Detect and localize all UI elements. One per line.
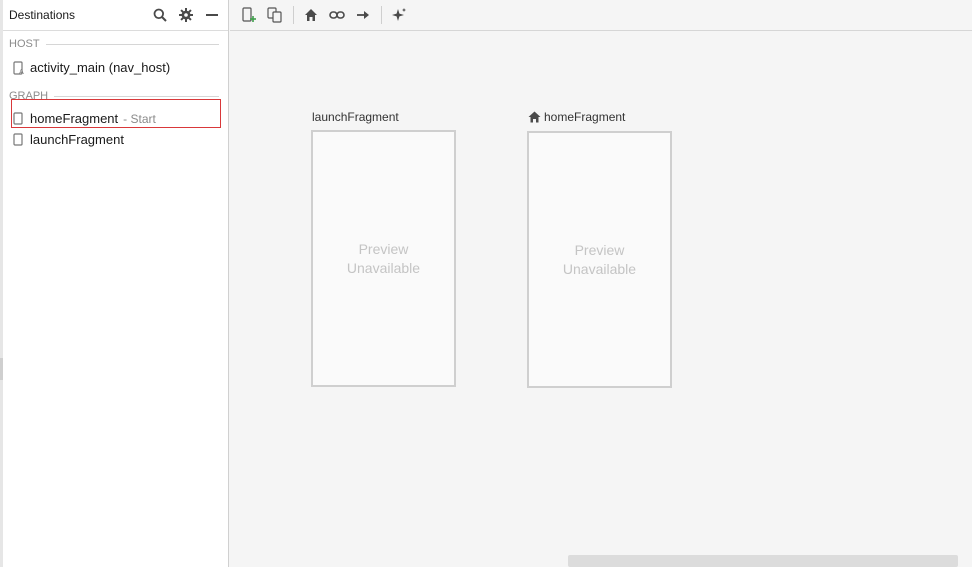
graph-toolbar — [230, 0, 972, 31]
new-destination-icon[interactable] — [238, 4, 260, 26]
host-item-label: activity_main (nav_host) — [30, 60, 171, 75]
graph-item-homefragment[interactable]: homeFragment - Start — [13, 109, 156, 128]
preview-unavailable-text: Preview Unavailable — [563, 241, 636, 279]
preview-line2: Unavailable — [346, 259, 421, 276]
fragment-card-launchfragment[interactable]: Preview Unavailable — [311, 130, 456, 387]
toolbar-separator — [381, 6, 382, 24]
fragment-icon — [13, 133, 25, 147]
search-icon[interactable] — [150, 5, 170, 25]
destinations-panel: Destinations HOST A activity_main (nav_h… — [0, 0, 229, 567]
graph-item-label: launchFragment — [30, 132, 124, 147]
toolbar-separator — [293, 6, 294, 24]
preview-line1: Preview — [358, 240, 409, 257]
host-activity-icon: A — [13, 60, 25, 75]
deep-link-icon[interactable] — [326, 4, 348, 26]
panel-title: Destinations — [9, 8, 76, 22]
section-divider — [45, 43, 219, 45]
preview-unavailable-text: Preview Unavailable — [347, 240, 420, 278]
preview-line2: Unavailable — [562, 260, 637, 277]
graph-item-launchfragment[interactable]: launchFragment — [13, 130, 124, 149]
horizontal-scrollbar[interactable] — [568, 555, 958, 567]
fragment-title-text: launchFragment — [312, 110, 399, 124]
auto-arrange-icon[interactable] — [388, 4, 410, 26]
assign-start-icon[interactable] — [300, 4, 322, 26]
add-action-icon[interactable] — [352, 4, 374, 26]
graph-item-label: homeFragment — [30, 111, 119, 126]
host-section-label: HOST — [9, 38, 219, 50]
panel-resize-handle[interactable] — [0, 358, 3, 380]
start-home-icon — [528, 111, 541, 123]
gear-icon[interactable] — [176, 5, 196, 25]
preview-line1: Preview — [574, 241, 625, 258]
nested-graph-icon[interactable] — [264, 4, 286, 26]
host-item[interactable]: A activity_main (nav_host) — [13, 58, 170, 77]
section-divider — [54, 95, 219, 97]
start-suffix: - Start — [123, 111, 156, 126]
fragment-card-homefragment[interactable]: Preview Unavailable — [527, 131, 672, 388]
svg-text:A: A — [19, 68, 24, 75]
fragment-title-homefragment: homeFragment — [528, 110, 625, 124]
fragment-title-launchfragment: launchFragment — [312, 110, 399, 124]
fragment-title-text: homeFragment — [544, 110, 626, 124]
minimize-icon[interactable] — [202, 5, 222, 25]
fragment-icon — [13, 112, 25, 126]
panel-header: Destinations — [3, 0, 228, 31]
host-section-text: HOST — [9, 38, 40, 50]
